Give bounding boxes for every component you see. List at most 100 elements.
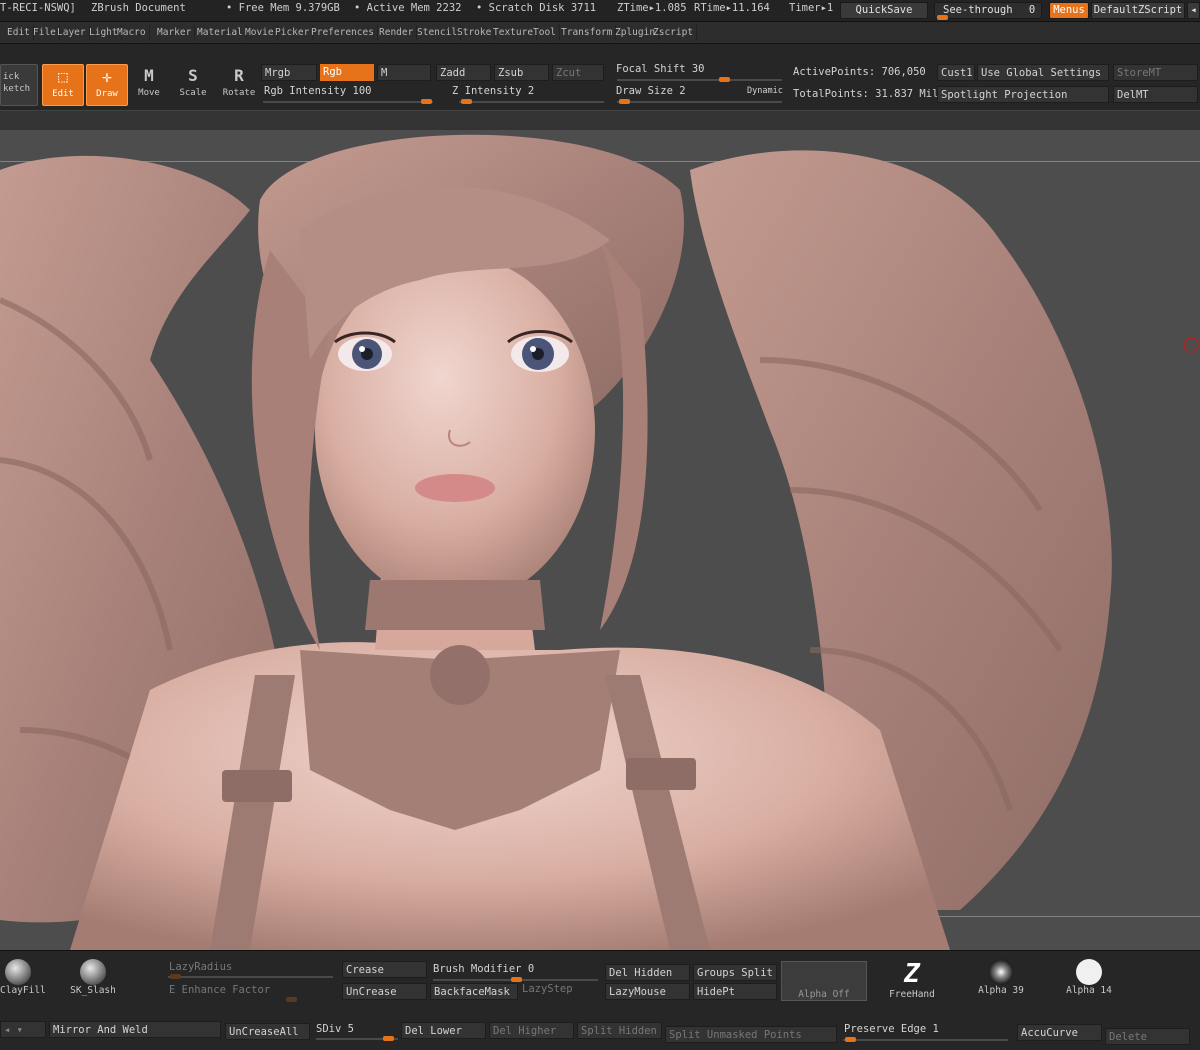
mrgb-button[interactable]: Mrgb — [261, 64, 317, 81]
rotate-mode-button[interactable]: R Rotate — [218, 64, 260, 106]
menu-macro[interactable]: Macro — [114, 25, 150, 41]
focal-shift-slider[interactable] — [617, 79, 782, 81]
alpha-39-icon — [988, 959, 1014, 985]
see-through-slider[interactable]: See-through 0 — [934, 2, 1042, 20]
collapse-arrow-icon[interactable]: ◂ — [1187, 2, 1200, 19]
draw-size-label: Draw Size 2 — [616, 85, 686, 97]
scratch-disk-readout: • Scratch Disk 3711 — [476, 2, 597, 14]
rtime-readout: RTime▸11.164 — [694, 2, 770, 14]
delmt-button[interactable]: DelMT — [1113, 86, 1198, 103]
brush-cursor-icon — [1183, 337, 1199, 353]
menu-material[interactable]: Material — [194, 25, 247, 41]
rgb-intensity-slider[interactable] — [263, 101, 433, 103]
storemt-button[interactable]: StoreMT — [1113, 64, 1198, 81]
rgb-intensity-knob[interactable] — [421, 99, 432, 104]
scale-mode-button[interactable]: S Scale — [172, 64, 214, 106]
alpha-14-slot[interactable]: Alpha 14 — [1054, 959, 1124, 996]
draw-icon: ✛ — [102, 67, 112, 86]
draw-size-knob[interactable] — [619, 99, 630, 104]
menu-bar: Edit File Layer Light Macro Marker Material Mov… — [0, 22, 1200, 44]
title-bar: T-RECI-NSWQ] ZBrush Document • Free Mem … — [0, 0, 1200, 22]
texture-slot[interactable]: Alpha Off — [781, 961, 867, 1001]
use-global-settings-button[interactable]: Use Global Settings — [977, 64, 1109, 81]
rgb-button[interactable]: Rgb — [320, 64, 374, 81]
free-mem-readout: • Free Mem 9.379GB — [226, 2, 340, 14]
dynamic-toggle[interactable]: Dynamic — [744, 83, 786, 100]
delete-button[interactable]: Delete — [1105, 1028, 1190, 1045]
alpha-39-slot[interactable]: Alpha 39 — [966, 959, 1036, 996]
groups-split-button[interactable]: Groups Split — [693, 964, 777, 981]
focal-shift-knob[interactable] — [719, 77, 730, 82]
accucurve-button[interactable]: AccuCurve — [1017, 1024, 1102, 1041]
split-unmasked-points-button[interactable]: Split Unmasked Points — [665, 1026, 837, 1043]
document-canvas[interactable] — [0, 130, 1200, 950]
lazyradius-slider[interactable] — [168, 976, 333, 978]
del-higher-button[interactable]: Del Higher — [489, 1022, 574, 1039]
clayfill-brush[interactable]: ClayFill — [0, 959, 46, 996]
lazyradius-knob[interactable] — [170, 974, 181, 979]
mirror-and-weld-button[interactable]: Mirror And Weld — [49, 1021, 221, 1038]
zadd-button[interactable]: Zadd — [436, 64, 491, 81]
move-label: Move — [138, 88, 160, 98]
edit-icon: ⬚ — [58, 67, 68, 86]
quicksave-button[interactable]: QuickSave — [840, 2, 928, 19]
right-buckle — [626, 758, 696, 790]
crease-button[interactable]: Crease — [342, 961, 427, 978]
spotlight-projection-button[interactable]: Spotlight Projection — [937, 86, 1109, 103]
sculpt-model[interactable] — [0, 130, 1200, 950]
freehand-stroke[interactable]: Z FreeHand — [877, 959, 947, 1000]
cust1-button[interactable]: Cust1 — [937, 64, 975, 81]
see-through-knob[interactable] — [937, 15, 948, 20]
quick-sketch-button[interactable]: ick ketch — [0, 64, 38, 106]
preserve-edge-knob[interactable] — [845, 1037, 856, 1042]
menus-toggle[interactable]: Menus — [1049, 2, 1089, 19]
draw-size-slider[interactable] — [617, 101, 782, 103]
z-intensity-slider[interactable] — [459, 101, 604, 103]
edit-mode-button[interactable]: ⬚ Edit — [42, 64, 84, 106]
sdiv-knob[interactable] — [383, 1036, 394, 1041]
m-button[interactable]: M — [377, 64, 431, 81]
rgb-intensity-label: Rgb Intensity 100 — [264, 85, 372, 97]
backfacemask-button[interactable]: BackfaceMask — [430, 983, 518, 1000]
alpha-off-label: Alpha Off — [798, 989, 850, 1000]
draw-mode-button[interactable]: ✛ Draw — [86, 64, 128, 106]
shelf-divider — [0, 110, 1200, 130]
menu-layer[interactable]: Layer — [54, 25, 90, 41]
sk-slash-label: SK_Slash — [70, 985, 116, 996]
active-points-readout: ActivePoints: 706,050 — [793, 66, 926, 78]
scale-icon: S — [188, 66, 198, 85]
uncrease-button[interactable]: UnCrease — [342, 983, 427, 1000]
enhance-factor-knob[interactable] — [286, 997, 297, 1002]
rotate-icon: R — [234, 66, 244, 85]
bow-knot — [430, 645, 490, 705]
menu-transform[interactable]: Transform — [558, 25, 617, 41]
ztime-readout: ZTime▸1.085 — [617, 2, 687, 14]
z-intensity-knob[interactable] — [461, 99, 472, 104]
menu-tool[interactable]: Tool — [530, 25, 560, 41]
menu-marker[interactable]: Marker — [154, 25, 196, 41]
uncreaseall-button[interactable]: UnCreaseAll — [225, 1023, 310, 1040]
menu-render[interactable]: Render — [376, 25, 418, 41]
preserve-edge-slider[interactable] — [843, 1039, 1008, 1041]
rotate-label: Rotate — [222, 88, 256, 98]
split-hidden-button[interactable]: Split Hidden — [577, 1022, 662, 1039]
menu-preferences[interactable]: Preferences — [308, 25, 378, 41]
default-zscript-button[interactable]: DefaultZScript — [1091, 2, 1185, 19]
zsub-button[interactable]: Zsub — [494, 64, 549, 81]
move-icon: M — [144, 66, 154, 85]
freehand-label: FreeHand — [889, 989, 935, 1000]
sk-slash-brush-icon — [80, 959, 106, 985]
row-toggle-1[interactable]: ◂ ▾ — [0, 1021, 46, 1038]
hidept-button[interactable]: HidePt — [693, 983, 777, 1000]
lazymouse-button[interactable]: LazyMouse — [605, 983, 690, 1000]
z-intensity-label: Z Intensity 2 — [452, 85, 535, 97]
quick-sketch-label-2: ketch — [3, 84, 31, 94]
sdiv-label: SDiv 5 — [316, 1023, 354, 1035]
del-hidden-button[interactable]: Del Hidden — [605, 964, 690, 981]
del-lower-button[interactable]: Del Lower — [401, 1022, 486, 1039]
alpha-14-label: Alpha 14 — [1066, 985, 1112, 996]
move-mode-button[interactable]: M Move — [128, 64, 170, 106]
menu-zscript[interactable]: Zscript — [650, 25, 698, 41]
sk-slash-brush[interactable]: SK_Slash — [58, 959, 128, 996]
zcut-button[interactable]: Zcut — [552, 64, 604, 81]
